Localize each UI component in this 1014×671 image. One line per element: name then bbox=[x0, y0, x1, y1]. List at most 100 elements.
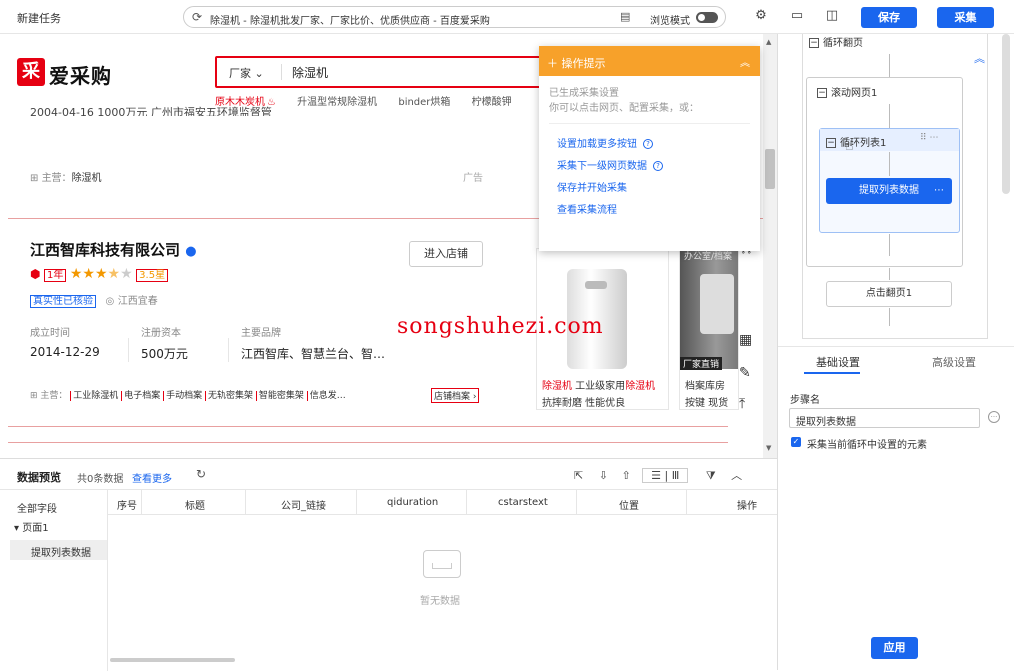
extract-tree-item[interactable]: 提取列表数据 bbox=[10, 540, 107, 560]
table-header bbox=[108, 490, 777, 515]
step-name-label: 步骤名 bbox=[790, 395, 820, 406]
layout-bottom-icon[interactable]: ▭ bbox=[789, 8, 805, 24]
empty-inbox-icon bbox=[423, 550, 461, 578]
filter-icon[interactable]: ⧩ bbox=[706, 469, 716, 482]
list-view-icon[interactable]: ☰ | Ⅲ bbox=[642, 468, 689, 483]
scrollbar-thumb[interactable] bbox=[765, 149, 775, 189]
qrcode-icon[interactable]: ▦ bbox=[739, 332, 752, 348]
verified-icon: ● bbox=[185, 244, 197, 259]
collapse-icon[interactable]: ︿ bbox=[731, 469, 742, 482]
main-item[interactable]: 智能密集架 bbox=[255, 391, 304, 401]
col-qiduration: qiduration bbox=[387, 497, 439, 508]
layout-side-icon[interactable]: ◫ bbox=[824, 8, 840, 24]
reload-icon[interactable]: ⟳ bbox=[192, 10, 202, 24]
search-category-select[interactable]: 厂家 ⌄ bbox=[229, 65, 264, 81]
product-card[interactable]: 办公室/档案 厂家直销 档案库房 按键 现货 bbox=[679, 248, 739, 410]
founded-value: 2014-12-29 bbox=[30, 345, 100, 359]
scroll-page-label: − 滚动网页1 bbox=[817, 88, 878, 99]
download-icon[interactable]: ⇩ bbox=[599, 469, 608, 482]
data-count: 共0条数据 bbox=[77, 474, 124, 485]
page-url: 除湿机 - 除湿机批发厂家、厂家比价、优质供应商 - 百度爱采购 bbox=[210, 16, 490, 27]
help-icon: ? bbox=[643, 139, 653, 149]
export-icon[interactable]: ⇱ bbox=[574, 469, 583, 482]
verify-row: 真实性已核验 ◎ 江西宜春 bbox=[30, 292, 158, 308]
location-icon: ◎ bbox=[105, 296, 115, 307]
browse-mode-toggle[interactable] bbox=[696, 12, 718, 23]
tips-item-load-more[interactable]: 设置加载更多按钮? bbox=[557, 134, 760, 156]
main-item[interactable]: 无轨密集架 bbox=[204, 391, 253, 401]
collapse-up-icon[interactable]: ︽ bbox=[974, 50, 985, 66]
verified-badge: 真实性已核验 bbox=[30, 295, 96, 308]
edit-icon[interactable]: ✎ bbox=[739, 365, 751, 381]
tips-item-view-flow[interactable]: 查看采集流程 bbox=[557, 200, 760, 222]
address-bar[interactable]: ⟳ 除湿机 - 除湿机批发厂家、厂家比价、优质供应商 - 百度爱采购 ▤ 浏览模… bbox=[183, 6, 726, 28]
site-search[interactable]: 厂家 ⌄ 除湿机 bbox=[215, 56, 545, 88]
card-divider bbox=[8, 442, 728, 443]
workflow-panel: − 循环翻页 − 滚动网页1 − 循环列表1 ⠿ ⋯ ☝ 提取列表数据 ⋯ 点击翻页1 … bbox=[777, 34, 1014, 670]
extract-list-step[interactable]: 提取列表数据 ⋯ bbox=[826, 178, 952, 204]
shop-archive-link[interactable]: 店铺档案 › bbox=[431, 388, 480, 403]
collect-loop-checkbox[interactable]: ✓ bbox=[791, 437, 801, 447]
col-company-link: 公司_链接 bbox=[281, 501, 326, 512]
page-scrollbar[interactable]: ▲ ▼ bbox=[763, 34, 777, 458]
site-logo[interactable]: 采 爱采购 bbox=[17, 58, 129, 88]
enter-shop-button[interactable]: 进入店铺 bbox=[409, 241, 483, 267]
founded-label: 成立时间 bbox=[30, 328, 70, 339]
product-title[interactable]: 除湿机 工业级家用除湿机 bbox=[542, 377, 655, 392]
capital-value: 500万元 bbox=[141, 347, 188, 361]
more-icon: ⋯ bbox=[934, 185, 944, 196]
factory-badge: 厂家直销 bbox=[680, 357, 723, 370]
click-page-step[interactable]: 点击翻页1 bbox=[826, 281, 952, 307]
shield-icon: ⬢ bbox=[30, 267, 41, 281]
collect-button[interactable]: 采集 bbox=[937, 7, 994, 28]
col-index: 序号 bbox=[117, 501, 137, 512]
more-icon[interactable]: ⠿ ⋯ bbox=[920, 133, 938, 143]
save-button[interactable]: 保存 bbox=[861, 7, 917, 28]
tips-item-next-level[interactable]: 采集下一级网页数据? bbox=[557, 156, 760, 178]
company-rating-row: ⬢ 1年 ★★★★★ 3.5星 bbox=[30, 266, 169, 282]
table-scrollbar[interactable] bbox=[110, 658, 235, 662]
see-more-link[interactable]: 查看更多 bbox=[132, 470, 172, 485]
product-desc: 按键 现货 bbox=[685, 398, 729, 409]
edit-name-icon[interactable]: ··· bbox=[988, 411, 1000, 423]
data-preview-panel: 数据预览 共0条数据 查看更多 ↻ ⇱ ⇩ ⇧ ☰ | Ⅲ ⧩ ︿ 全部字段 ▾… bbox=[0, 458, 777, 671]
tips-list: 设置加载更多按钮? 采集下一级网页数据? 保存并开始采集 查看采集流程 bbox=[539, 124, 760, 222]
tips-header[interactable]: ＋ 操作提示 ︽ bbox=[539, 46, 760, 76]
tips-title: 操作提示 bbox=[561, 57, 606, 70]
step-name-input[interactable]: 提取列表数据 bbox=[789, 408, 980, 428]
collapse-icon[interactable]: ︽ bbox=[740, 54, 750, 69]
apply-button[interactable]: 应用 bbox=[871, 637, 918, 659]
main-item[interactable]: 信息发… bbox=[306, 391, 346, 401]
brands-label: 主要品牌 bbox=[241, 328, 281, 339]
collect-loop-label: 采集当前循环中设置的元素 bbox=[807, 440, 927, 451]
prev-card-main: ⊞ 主营：除湿机 bbox=[30, 173, 102, 184]
product-desc: 抗摔耐磨 性能优良 bbox=[542, 398, 626, 409]
tab-basic-settings[interactable]: 基础设置 bbox=[816, 354, 860, 370]
top-bar: 新建任务 ⟳ 除湿机 - 除湿机批发厂家、厂家比价、优质供应商 - 百度爱采购 … bbox=[0, 0, 1014, 34]
prev-card-row: 2004-04-16 1000万元 广州市福安五环境监督管 bbox=[30, 106, 272, 116]
gear-icon[interactable]: ⚙ bbox=[753, 8, 769, 24]
page-tree-item[interactable]: ▾ 页面1 bbox=[14, 519, 49, 534]
tab-advanced-settings[interactable]: 高级设置 bbox=[932, 354, 976, 370]
back-to-top-icon[interactable]: ⤒ bbox=[739, 396, 745, 412]
flow-scrollbar[interactable] bbox=[1002, 34, 1010, 194]
col-title: 标题 bbox=[185, 501, 205, 512]
refresh-icon[interactable]: ↻ bbox=[196, 467, 206, 481]
company-name[interactable]: 江西智库科技有限公司 ● bbox=[30, 239, 197, 260]
col-cstarstext: cstarstext bbox=[498, 497, 548, 508]
capital-label: 注册资本 bbox=[141, 328, 181, 339]
upload-icon[interactable]: ⇧ bbox=[621, 469, 630, 482]
browse-mode-label: 浏览模式 bbox=[650, 16, 690, 27]
col-actions: 操作 bbox=[737, 501, 757, 512]
tips-item-save-start[interactable]: 保存并开始采集 bbox=[557, 178, 760, 200]
main-products: ⊞ 主营： 工业除湿机 电子档案 手动档案 无轨密集架 智能密集架 信息发… bbox=[30, 391, 346, 401]
document-icon[interactable]: ▤ bbox=[620, 10, 630, 23]
main-item[interactable]: 电子档案 bbox=[121, 391, 161, 401]
main-item[interactable]: 手动档案 bbox=[163, 391, 203, 401]
search-input[interactable]: 除湿机 bbox=[292, 64, 328, 81]
card-divider bbox=[8, 426, 728, 427]
preview-title: 数据预览 bbox=[17, 471, 61, 484]
product-title[interactable]: 档案库房 bbox=[685, 377, 725, 392]
cursor-icon: ☝ bbox=[845, 138, 854, 154]
main-item[interactable]: 工业除湿机 bbox=[70, 391, 119, 401]
